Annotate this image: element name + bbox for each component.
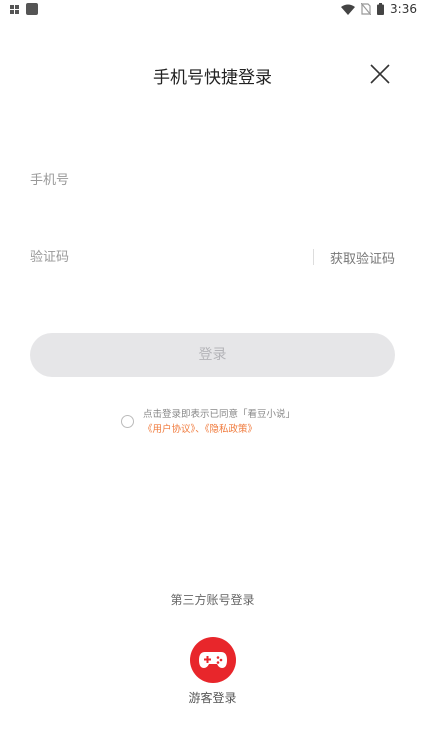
guest-login-label: 游客登录 [188,691,237,705]
agreement-text: 点击登录即表示已同意「看豆小说」 《用户协议》、《隐私政策》 [143,407,343,437]
agreement-separator: 、 [195,424,205,435]
login-button[interactable]: 登录 [30,333,395,377]
user-agreement-link[interactable]: 《用户协议》 [143,424,195,435]
agreement-checkbox[interactable] [121,415,134,428]
phone-field-row [30,160,395,200]
wifi-icon [341,4,356,15]
agreement-statement: 点击登录即表示已同意「看豆小说」 [143,409,296,420]
close-icon [370,64,390,84]
status-time: 3:36 [390,2,417,16]
privacy-policy-link[interactable]: 《隐私政策》 [205,424,257,435]
guest-login-button[interactable] [190,637,236,683]
notification-icon [26,3,38,15]
get-code-button[interactable]: 获取验证码 [330,248,395,267]
battery-icon [377,3,385,15]
gamepad-icon [199,652,227,668]
phone-input[interactable] [30,160,395,200]
verification-code-input[interactable] [30,237,300,277]
code-divider [313,249,314,265]
code-field-row: 获取验证码 [30,237,395,277]
status-bar: 3:36 [0,0,425,20]
close-button[interactable] [369,63,391,85]
third-party-login-title: 第三方账号登录 [170,593,255,607]
no-sim-icon [361,3,372,15]
app-grid-icon [10,4,19,14]
page-title: 手机号快捷登录 [153,68,272,88]
